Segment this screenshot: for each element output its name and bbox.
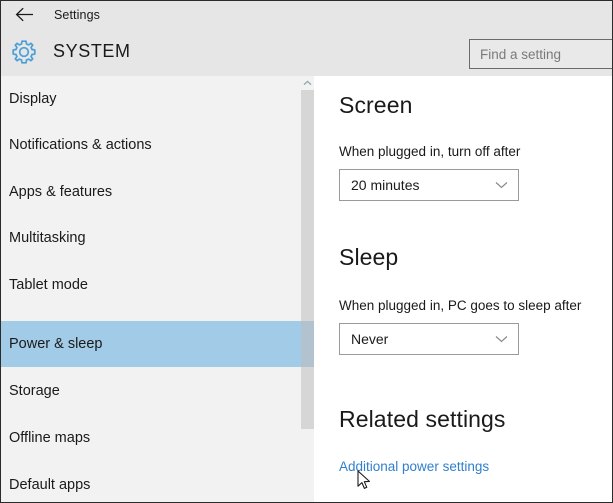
sidebar-item-display[interactable]: Display bbox=[1, 76, 301, 122]
chevron-up-icon bbox=[303, 80, 312, 86]
back-arrow-icon bbox=[15, 7, 34, 22]
chevron-down-icon bbox=[495, 335, 508, 343]
sidebar-item-label: Apps & features bbox=[9, 184, 113, 200]
chevron-down-icon bbox=[495, 181, 508, 189]
sidebar-item-multitasking[interactable]: Multitasking bbox=[1, 215, 301, 261]
back-button[interactable] bbox=[1, 1, 47, 28]
scrollbar-thumb-upper[interactable] bbox=[301, 90, 314, 321]
section-heading-related-settings: Related settings bbox=[339, 406, 506, 432]
sidebar-item-label: Display bbox=[9, 91, 57, 107]
section-heading-screen: Screen bbox=[339, 92, 413, 118]
sidebar-item-label: Default apps bbox=[9, 477, 91, 493]
sidebar-item-tablet-mode[interactable]: Tablet mode bbox=[1, 262, 301, 308]
sidebar-item-notifications-actions[interactable]: Notifications & actions bbox=[1, 122, 301, 168]
sidebar-item-label: Storage bbox=[9, 383, 60, 399]
section-heading-sleep: Sleep bbox=[339, 244, 399, 270]
settings-sidebar[interactable]: Display Notifications & actions Apps & f… bbox=[1, 76, 301, 502]
sidebar-scrollbar[interactable] bbox=[301, 76, 314, 502]
gear-icon bbox=[9, 37, 39, 67]
sleep-timeout-dropdown[interactable]: Never bbox=[339, 323, 519, 355]
sidebar-item-default-apps[interactable]: Default apps bbox=[1, 462, 301, 502]
sidebar-item-power-sleep[interactable]: Power & sleep bbox=[1, 321, 301, 367]
screen-timeout-value: 20 minutes bbox=[351, 177, 420, 193]
sidebar-item-storage[interactable]: Storage bbox=[1, 368, 301, 414]
sidebar-item-label: Tablet mode bbox=[9, 277, 88, 293]
additional-power-settings-link[interactable]: Additional power settings bbox=[339, 459, 489, 474]
scrollbar-thumb-selected-overlap[interactable] bbox=[301, 321, 314, 367]
screen-timeout-dropdown[interactable]: 20 minutes bbox=[339, 169, 519, 201]
titlebar-title: Settings bbox=[54, 7, 100, 22]
sidebar-item-apps-features[interactable]: Apps & features bbox=[1, 169, 301, 215]
sleep-timeout-value: Never bbox=[351, 331, 389, 347]
search-box[interactable] bbox=[469, 39, 612, 69]
settings-content: Screen When plugged in, turn off after 2… bbox=[314, 76, 612, 502]
search-input[interactable] bbox=[470, 46, 612, 62]
sidebar-item-label: Multitasking bbox=[9, 230, 86, 246]
sidebar-item-label: Notifications & actions bbox=[9, 137, 152, 153]
scrollbar-thumb-lower[interactable] bbox=[301, 367, 314, 429]
settings-header: SYSTEM bbox=[1, 28, 612, 76]
settings-window: Settings SYSTEM Display Notifications & … bbox=[0, 0, 613, 503]
sidebar-item-label: Power & sleep bbox=[9, 336, 103, 352]
titlebar: Settings bbox=[1, 1, 612, 28]
sidebar-item-offline-maps[interactable]: Offline maps bbox=[1, 415, 301, 461]
scrollbar-up-button[interactable] bbox=[301, 76, 314, 90]
sleep-timeout-label: When plugged in, PC goes to sleep after bbox=[339, 298, 582, 313]
screen-timeout-label: When plugged in, turn off after bbox=[339, 144, 521, 159]
sidebar-item-label: Offline maps bbox=[9, 430, 91, 446]
page-title: SYSTEM bbox=[53, 41, 131, 61]
